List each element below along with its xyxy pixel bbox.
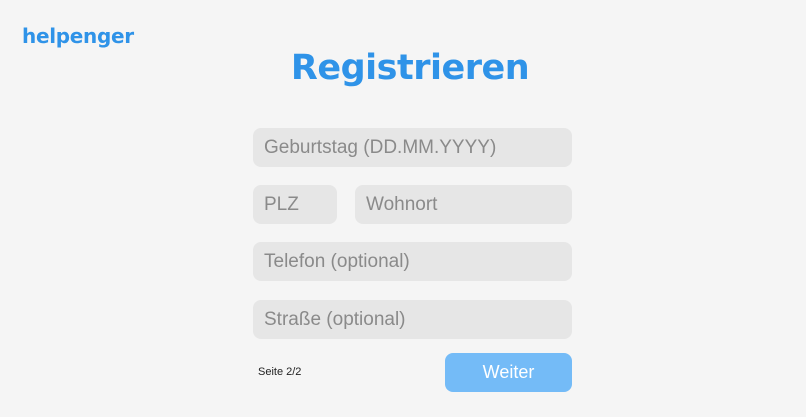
brand-logo[interactable]: helpenger [22, 24, 134, 48]
zip-field[interactable] [253, 185, 337, 224]
next-button[interactable]: Weiter [445, 353, 572, 392]
phone-field[interactable] [253, 242, 572, 281]
page-title: Registrieren [290, 48, 530, 88]
birthday-field[interactable] [253, 128, 572, 167]
page-indicator: Seite 2/2 [258, 366, 302, 378]
street-field[interactable] [253, 300, 572, 339]
city-field[interactable] [355, 185, 572, 224]
